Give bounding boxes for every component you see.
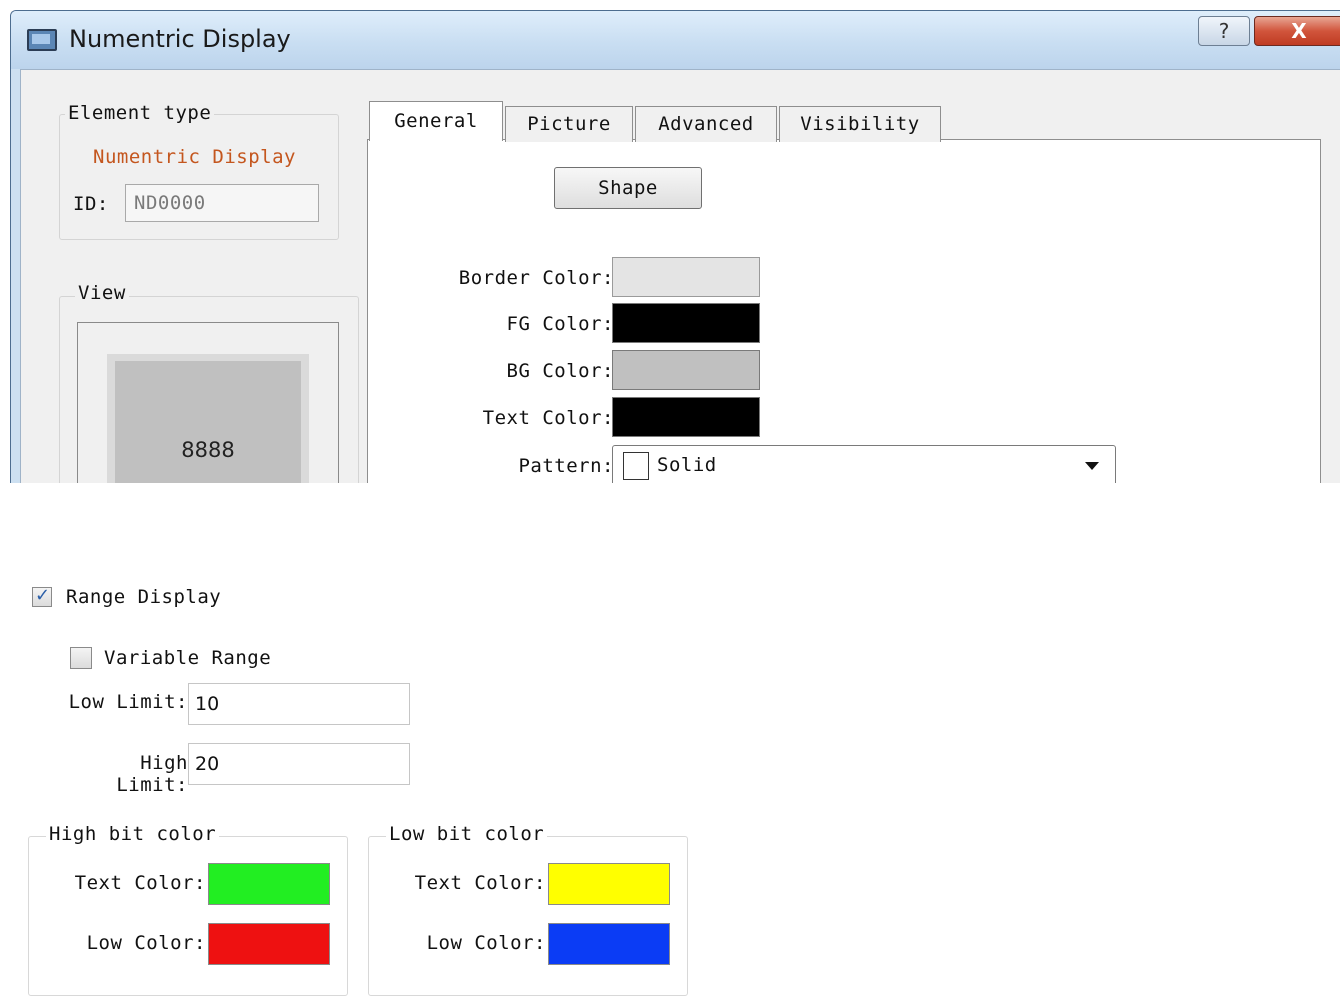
title-bar[interactable]: Numentric Display ? X <box>11 11 1340 69</box>
low-bit-low-color-swatch[interactable] <box>548 923 670 965</box>
dialog-window: Numentric Display ? X Element type Numen… <box>10 10 1340 483</box>
fg-color-label: FG Color: <box>506 313 614 335</box>
high-limit-input[interactable]: 20 <box>188 743 410 785</box>
border-color-swatch[interactable] <box>612 257 760 297</box>
view-legend: View <box>75 282 129 304</box>
variable-range-checkbox[interactable] <box>70 647 92 669</box>
text-color-label: Text Color: <box>482 407 614 429</box>
fg-color-swatch[interactable] <box>612 303 760 343</box>
pattern-label: Pattern: <box>518 455 614 477</box>
border-color-label: Border Color: <box>458 267 614 289</box>
help-button[interactable]: ? <box>1198 16 1250 46</box>
range-display-label: Range Display <box>66 586 222 608</box>
low-bit-color-group <box>368 836 688 996</box>
range-display-checkbox[interactable] <box>32 585 52 607</box>
high-bit-text-color-swatch[interactable] <box>208 863 330 905</box>
tab-picture[interactable]: Picture <box>505 106 633 142</box>
tab-visibility[interactable]: Visibility <box>779 106 941 142</box>
window-title: Numentric Display <box>69 25 291 53</box>
bg-color-swatch[interactable] <box>612 350 760 390</box>
low-bit-low-color-label: Low Color: <box>426 932 546 954</box>
pattern-preview-swatch <box>623 452 649 480</box>
bg-color-label: BG Color: <box>506 360 614 382</box>
high-limit-label: High Limit: <box>116 752 188 796</box>
text-color-swatch[interactable] <box>612 397 760 437</box>
pattern-value: Solid <box>657 454 717 476</box>
pattern-dropdown[interactable]: Solid <box>612 445 1116 483</box>
tab-general[interactable]: General <box>369 101 503 141</box>
preview-display <box>115 361 301 483</box>
high-bit-color-group <box>28 836 348 996</box>
high-bit-low-color-label: Low Color: <box>86 932 206 954</box>
low-bit-color-legend: Low bit color <box>386 823 548 845</box>
high-bit-color-legend: High bit color <box>46 823 220 845</box>
low-limit-label: Low Limit: <box>68 691 188 713</box>
variable-range-label: Variable Range <box>104 647 272 669</box>
element-type-legend: Element type <box>65 102 215 124</box>
dropdown-arrow-icon[interactable] <box>1085 462 1099 470</box>
dialog-client-area: Element type Numentric Display ID: ND000… <box>20 69 1340 483</box>
low-bit-text-color-label: Text Color: <box>414 872 546 894</box>
high-bit-text-color-label: Text Color: <box>74 872 206 894</box>
element-type-value: Numentric Display <box>93 146 296 168</box>
low-bit-text-color-swatch[interactable] <box>548 863 670 905</box>
preview-text: 8888 <box>181 438 235 462</box>
low-limit-input[interactable]: 10 <box>188 683 410 725</box>
tab-page-general: Shape Border Color: FG Color: BG Color: … <box>367 139 1321 483</box>
id-field: ND0000 <box>125 184 319 222</box>
tab-advanced[interactable]: Advanced <box>635 106 777 142</box>
window-app-icon <box>27 29 57 51</box>
high-bit-low-color-swatch[interactable] <box>208 923 330 965</box>
id-label: ID: <box>73 193 109 215</box>
shape-button[interactable]: Shape <box>554 167 702 209</box>
close-button[interactable]: X <box>1254 16 1340 46</box>
